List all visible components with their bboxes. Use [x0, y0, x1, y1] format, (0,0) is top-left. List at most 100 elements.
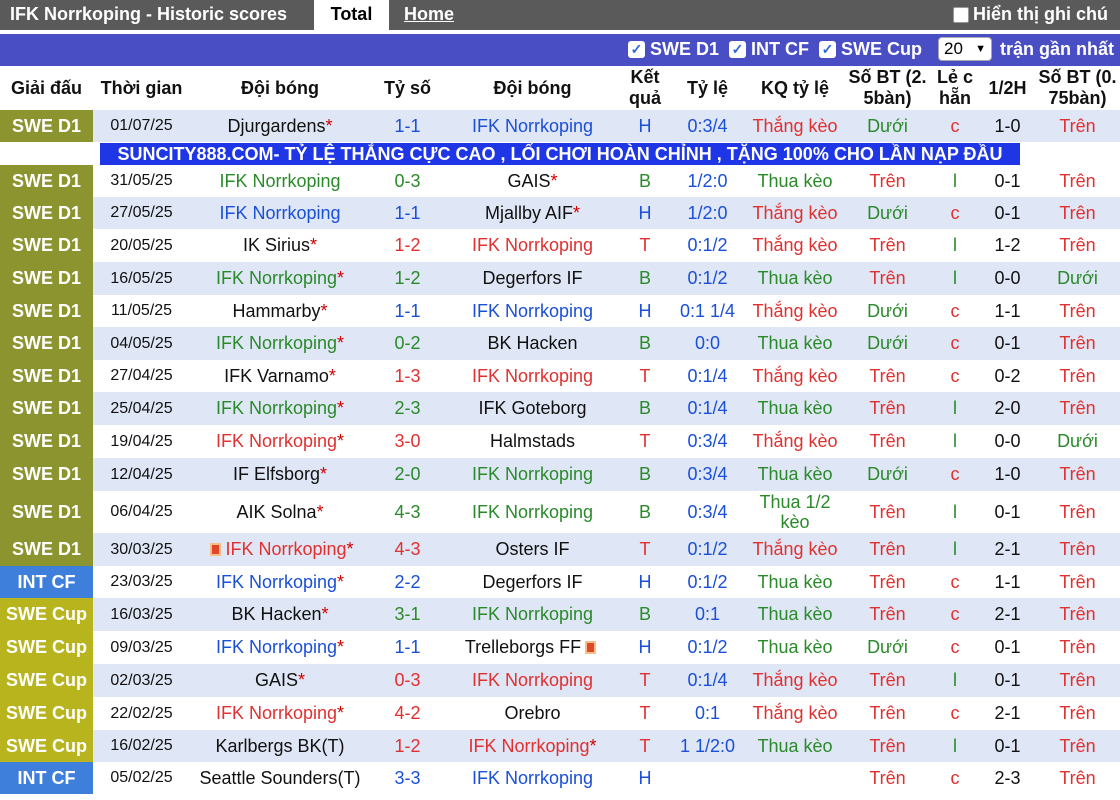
- home-team[interactable]: IFK Norrkoping: [190, 165, 370, 197]
- tab-home[interactable]: Home: [404, 4, 454, 25]
- away-team[interactable]: Halmstads: [445, 425, 620, 458]
- home-team-name[interactable]: IFK Norrkoping: [225, 539, 346, 560]
- away-team-name[interactable]: Halmstads: [490, 431, 575, 452]
- home-team[interactable]: IFK Norrkoping *: [190, 697, 370, 730]
- league-badge[interactable]: SWE D1: [0, 229, 93, 262]
- league-badge[interactable]: SWE D1: [0, 491, 93, 533]
- away-team[interactable]: Mjallby AIF *: [445, 197, 620, 229]
- away-team-name[interactable]: Degerfors IF: [482, 572, 582, 593]
- home-team-name[interactable]: IFK Norrkoping: [216, 637, 337, 658]
- home-team-name[interactable]: IFK Varnamo: [224, 366, 329, 387]
- show-notes-checkbox[interactable]: [953, 6, 969, 23]
- home-team-name[interactable]: IFK Norrkoping: [216, 572, 337, 593]
- ad-banner[interactable]: SUNCITY888.COM- TỶ LỆ THẮNG CỰC CAO , LỐ…: [100, 143, 1020, 165]
- home-team-name[interactable]: Karlbergs BK(T): [215, 736, 344, 757]
- home-team-name[interactable]: IFK Norrkoping: [216, 333, 337, 354]
- filter-int-cf[interactable]: ✓ INT CF: [728, 39, 809, 60]
- away-team[interactable]: IFK Goteborg: [445, 392, 620, 425]
- home-team-name[interactable]: IF Elfsborg: [233, 464, 320, 485]
- away-team-name[interactable]: IFK Norrkoping: [472, 670, 593, 691]
- home-team-name[interactable]: Seattle Sounders(T): [199, 768, 360, 789]
- away-team[interactable]: IFK Norrkoping: [445, 295, 620, 327]
- away-team-name[interactable]: Osters IF: [495, 539, 569, 560]
- away-team-name[interactable]: IFK Norrkoping: [472, 464, 593, 485]
- league-badge[interactable]: SWE D1: [0, 197, 93, 229]
- league-badge[interactable]: SWE D1: [0, 392, 93, 425]
- home-team[interactable]: IFK Norrkoping *: [190, 262, 370, 295]
- home-team[interactable]: IFK Norrkoping *: [190, 533, 370, 566]
- league-badge[interactable]: SWE D1: [0, 262, 93, 295]
- home-team[interactable]: AIK Solna *: [190, 491, 370, 533]
- home-team-name[interactable]: GAIS: [255, 670, 298, 691]
- home-team-name[interactable]: IFK Norrkoping: [216, 703, 337, 724]
- home-team[interactable]: IFK Norrkoping *: [190, 392, 370, 425]
- home-team[interactable]: IFK Varnamo *: [190, 360, 370, 392]
- match-count-select[interactable]: 20 ▼: [937, 37, 992, 61]
- away-team[interactable]: IFK Norrkoping: [445, 458, 620, 491]
- league-badge[interactable]: SWE Cup: [0, 664, 93, 697]
- away-team[interactable]: Degerfors IF: [445, 262, 620, 295]
- home-team-name[interactable]: IK Sirius: [243, 235, 310, 256]
- home-team[interactable]: Djurgardens *: [190, 110, 370, 142]
- away-team[interactable]: IFK Norrkoping: [445, 110, 620, 142]
- league-badge[interactable]: SWE D1: [0, 327, 93, 360]
- away-team-name[interactable]: Trelleborgs FF: [465, 637, 581, 658]
- away-team[interactable]: Degerfors IF: [445, 566, 620, 598]
- away-team-name[interactable]: Orebro: [504, 703, 560, 724]
- league-badge[interactable]: INT CF: [0, 566, 93, 598]
- away-team-name[interactable]: IFK Norrkoping: [472, 768, 593, 789]
- home-team-name[interactable]: IFK Norrkoping: [216, 431, 337, 452]
- away-team-name[interactable]: GAIS: [507, 171, 550, 192]
- away-team[interactable]: IFK Norrkoping: [445, 664, 620, 697]
- home-team-name[interactable]: IFK Norrkoping: [219, 203, 340, 224]
- home-team[interactable]: BK Hacken *: [190, 598, 370, 631]
- home-team-name[interactable]: IFK Norrkoping: [219, 171, 340, 192]
- away-team[interactable]: IFK Norrkoping: [445, 229, 620, 262]
- league-badge[interactable]: SWE Cup: [0, 730, 93, 762]
- tab-total[interactable]: Total: [314, 0, 389, 30]
- home-team-name[interactable]: Hammarby: [232, 301, 320, 322]
- away-team[interactable]: Orebro: [445, 697, 620, 730]
- home-team[interactable]: IFK Norrkoping *: [190, 425, 370, 458]
- away-team-name[interactable]: Mjallby AIF: [485, 203, 573, 224]
- away-team[interactable]: IFK Norrkoping *: [445, 730, 620, 762]
- filter-swe-cup[interactable]: ✓ SWE Cup: [818, 39, 922, 60]
- away-team-name[interactable]: IFK Goteborg: [478, 398, 586, 419]
- away-team-name[interactable]: IFK Norrkoping: [472, 235, 593, 256]
- home-team-name[interactable]: IFK Norrkoping: [216, 398, 337, 419]
- home-team-name[interactable]: BK Hacken: [231, 604, 321, 625]
- home-team[interactable]: IF Elfsborg *: [190, 458, 370, 491]
- league-badge[interactable]: SWE D1: [0, 425, 93, 458]
- check-icon[interactable]: ✓: [818, 40, 836, 58]
- away-team[interactable]: IFK Norrkoping: [445, 491, 620, 533]
- home-team[interactable]: IFK Norrkoping *: [190, 566, 370, 598]
- league-badge[interactable]: SWE Cup: [0, 631, 93, 664]
- away-team-name[interactable]: BK Hacken: [487, 333, 577, 354]
- home-team-name[interactable]: IFK Norrkoping: [216, 268, 337, 289]
- away-team-name[interactable]: IFK Norrkoping: [468, 736, 589, 757]
- away-team-name[interactable]: Degerfors IF: [482, 268, 582, 289]
- home-team[interactable]: GAIS *: [190, 664, 370, 697]
- filter-swe-d1[interactable]: ✓ SWE D1: [627, 39, 719, 60]
- away-team-name[interactable]: IFK Norrkoping: [472, 502, 593, 523]
- away-team[interactable]: BK Hacken: [445, 327, 620, 360]
- home-team[interactable]: IFK Norrkoping *: [190, 327, 370, 360]
- away-team[interactable]: IFK Norrkoping: [445, 360, 620, 392]
- away-team[interactable]: IFK Norrkoping: [445, 762, 620, 794]
- league-badge[interactable]: SWE D1: [0, 110, 93, 142]
- league-badge[interactable]: SWE Cup: [0, 598, 93, 631]
- check-icon[interactable]: ✓: [627, 40, 645, 58]
- check-icon[interactable]: ✓: [728, 40, 746, 58]
- away-team-name[interactable]: IFK Norrkoping: [472, 116, 593, 137]
- league-badge[interactable]: SWE D1: [0, 533, 93, 566]
- away-team-name[interactable]: IFK Norrkoping: [472, 301, 593, 322]
- league-badge[interactable]: SWE D1: [0, 360, 93, 392]
- away-team[interactable]: GAIS *: [445, 165, 620, 197]
- away-team[interactable]: Trelleborgs FF: [445, 631, 620, 664]
- league-badge[interactable]: SWE D1: [0, 458, 93, 491]
- home-team-name[interactable]: AIK Solna: [236, 502, 316, 523]
- home-team[interactable]: IFK Norrkoping *: [190, 631, 370, 664]
- home-team-name[interactable]: Djurgardens: [227, 116, 325, 137]
- home-team[interactable]: Seattle Sounders(T): [190, 762, 370, 794]
- league-badge[interactable]: SWE Cup: [0, 697, 93, 730]
